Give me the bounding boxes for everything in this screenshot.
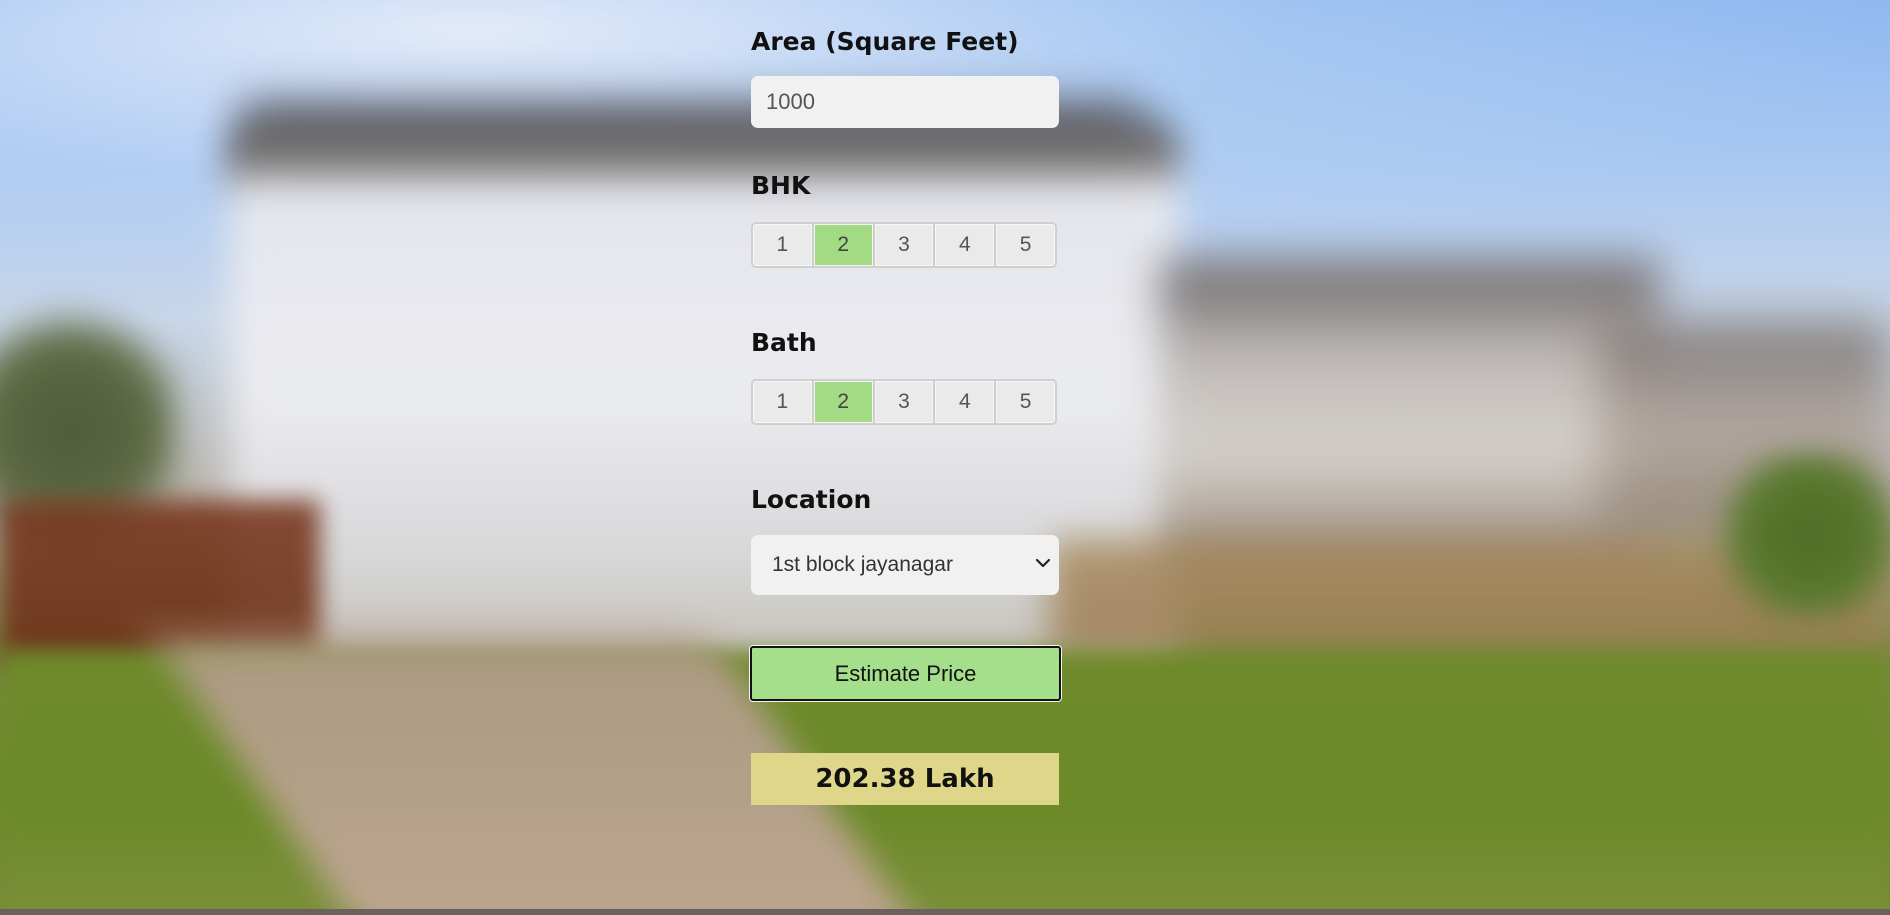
bath-option-1[interactable]: 1 (753, 381, 814, 423)
background-bottom-strip (0, 909, 1890, 915)
location-label: Location (751, 485, 872, 514)
bhk-option-1[interactable]: 1 (753, 224, 814, 266)
bath-option-5[interactable]: 5 (996, 381, 1055, 423)
bhk-option-4[interactable]: 4 (935, 224, 997, 266)
location-selected-value: 1st block jayanagar (772, 553, 953, 576)
background-neighbor-house (1160, 260, 1660, 580)
location-select[interactable]: 1st block jayanagar (751, 535, 1059, 595)
chevron-down-icon (1035, 558, 1051, 568)
background-bush (1710, 450, 1890, 620)
area-input[interactable] (751, 76, 1059, 128)
bath-option-3[interactable]: 3 (874, 381, 936, 423)
bhk-label: BHK (751, 171, 811, 200)
bath-option-4[interactable]: 4 (935, 381, 997, 423)
area-label: Area (Square Feet) (751, 27, 1019, 56)
bath-selector: 1 2 3 4 5 (751, 379, 1057, 425)
bath-label: Bath (751, 328, 817, 357)
estimate-price-button[interactable]: Estimate Price (750, 646, 1061, 701)
estimated-price-result: 202.38 Lakh (751, 753, 1059, 805)
bhk-option-2[interactable]: 2 (813, 224, 875, 266)
bhk-option-3[interactable]: 3 (874, 224, 936, 266)
bath-option-2[interactable]: 2 (813, 381, 875, 423)
bhk-option-5[interactable]: 5 (996, 224, 1055, 266)
bhk-selector: 1 2 3 4 5 (751, 222, 1057, 268)
